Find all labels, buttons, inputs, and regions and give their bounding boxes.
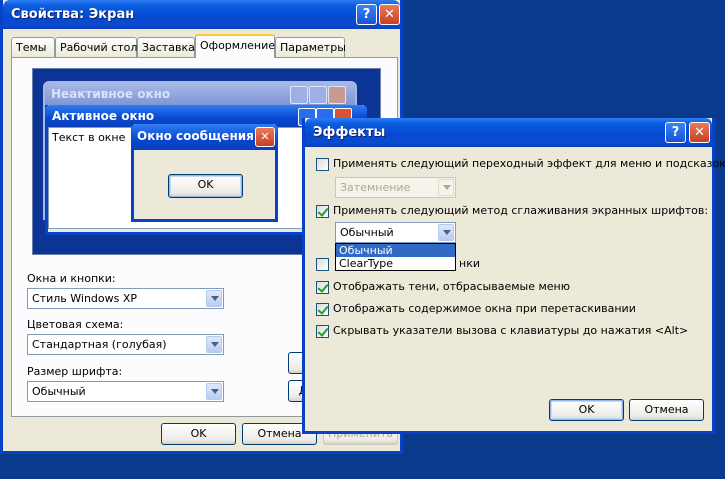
effects-help-button[interactable]: ? [665, 122, 686, 143]
chevron-down-icon[interactable] [206, 290, 222, 307]
preview-message-box: Окно сообщения ✕ OK [131, 124, 278, 222]
effects-close-button[interactable]: ✕ [689, 122, 710, 143]
windows-buttons-value: Стиль Windows XP [32, 292, 138, 305]
font-size-label: Размер шрифта: [27, 365, 123, 378]
title-bar[interactable]: Свойства: Экран [3, 0, 400, 29]
menu-shadows-checkbox[interactable] [316, 281, 329, 294]
chevron-down-icon[interactable] [438, 179, 454, 196]
large-icons-label[interactable]: нки [459, 257, 480, 270]
transition-effect-value: Затемнение [340, 181, 411, 194]
hide-keyboard-cues-checkbox[interactable] [316, 325, 329, 338]
large-icons-checkbox[interactable] [316, 258, 329, 271]
effects-ok-button[interactable]: OK [549, 399, 624, 421]
color-scheme-value: Стандартная (голубая) [32, 338, 167, 351]
font-smoothing-select[interactable]: Обычный [335, 222, 456, 243]
close-button[interactable]: ✕ [379, 4, 400, 25]
color-scheme-label: Цветовая схема: [27, 318, 124, 331]
tab-appearance[interactable]: Оформление [195, 34, 275, 58]
drag-full-windows-label[interactable]: Отображать содержимое окна при перетаски… [333, 302, 636, 315]
drag-full-windows-checkbox[interactable] [316, 303, 329, 316]
windows-buttons-select[interactable]: Стиль Windows XP [27, 288, 224, 309]
effects-title: Эффекты [313, 125, 386, 140]
windows-buttons-label: Окна и кнопки: [27, 272, 116, 285]
tab-desktop[interactable]: Рабочий стол [55, 37, 137, 57]
chevron-down-icon[interactable] [438, 224, 454, 241]
tab-themes[interactable]: Темы [11, 37, 55, 57]
chevron-down-icon[interactable] [206, 336, 222, 353]
dropdown-option-standard[interactable]: Обычный [336, 244, 455, 257]
preview-close-icon [328, 86, 346, 104]
font-smoothing-label[interactable]: Применять следующий метод сглаживания эк… [333, 204, 708, 217]
ok-button[interactable]: OK [161, 423, 236, 445]
color-scheme-select[interactable]: Стандартная (голубая) [27, 334, 224, 355]
effects-cancel-button[interactable]: Отмена [629, 399, 704, 421]
effects-title-bar[interactable]: Эффекты [305, 118, 712, 147]
chevron-down-icon[interactable] [206, 383, 222, 400]
font-smoothing-value: Обычный [340, 226, 394, 239]
preview-inactive-title: Неактивное окно [51, 87, 171, 101]
transition-effect-label[interactable]: Применять следующий переходный эффект дл… [333, 157, 725, 170]
transition-effect-checkbox[interactable] [316, 158, 329, 171]
font-size-select[interactable]: Обычный [27, 381, 224, 402]
hide-keyboard-cues-label[interactable]: Скрывать указатели вызова с клавиатуры д… [333, 324, 688, 337]
font-smoothing-checkbox[interactable] [316, 205, 329, 218]
tab-settings[interactable]: Параметры [275, 37, 346, 57]
transition-effect-select[interactable]: Затемнение [335, 177, 456, 198]
preview-min-icon [290, 86, 308, 104]
font-size-value: Обычный [32, 385, 86, 398]
font-smoothing-dropdown: Обычный ClearType [335, 243, 456, 271]
effects-dialog: Эффекты ? ✕ Применять следующий переходн… [302, 118, 725, 434]
preview-max-icon [309, 86, 327, 104]
help-button[interactable]: ? [356, 4, 377, 25]
preview-msgbox-ok: OK [168, 174, 243, 198]
dropdown-option-cleartype[interactable]: ClearType [336, 257, 455, 270]
preview-active-title: Активное окно [52, 109, 155, 123]
preview-msgbox-close-icon: ✕ [255, 127, 275, 147]
preview-window-text: Текст в окне [52, 131, 126, 144]
menu-shadows-label[interactable]: Отображать тени, отбрасываемые меню [333, 280, 570, 293]
window-title: Свойства: Экран [11, 7, 135, 22]
tab-screensaver[interactable]: Заставка [137, 37, 195, 57]
preview-msgbox-title: Окно сообщения [137, 129, 254, 143]
